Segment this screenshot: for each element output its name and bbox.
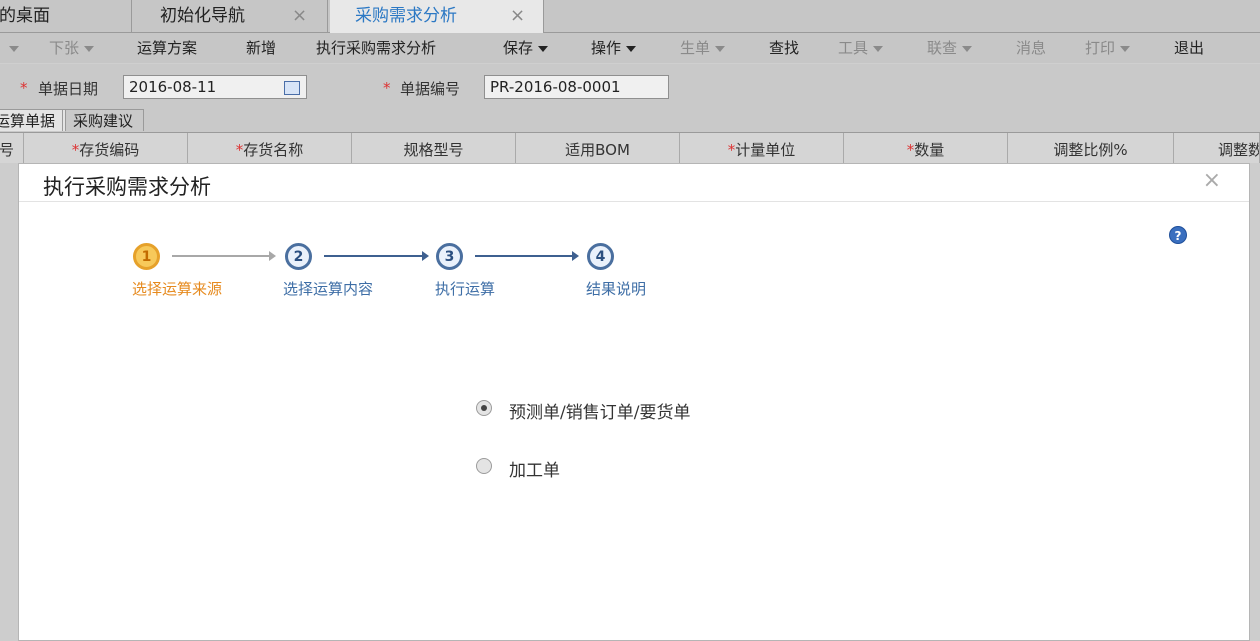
grid-body-left	[0, 163, 18, 641]
radio-button[interactable]	[476, 458, 492, 474]
step-3-label: 执行运算	[435, 280, 496, 298]
code-label: 单据编号	[400, 80, 461, 98]
step-4-circle: 4	[587, 243, 614, 270]
calendar-icon[interactable]	[284, 81, 300, 95]
grid-header: 号 *存货编码 *存货名称 规格型号 适用BOM *计量单位 *数量 调整比例%…	[0, 133, 1260, 164]
chevron-down-icon	[1120, 45, 1131, 52]
chevron-down-icon	[626, 45, 637, 52]
tab-my-desktop[interactable]: 我的桌面	[0, 0, 132, 32]
chevron-down-icon	[538, 45, 549, 52]
step-3-circle: 3	[436, 243, 463, 270]
chevron-down-icon	[84, 45, 95, 52]
prev-dropdown-caret[interactable]	[4, 33, 19, 63]
col-header-item-code[interactable]: *存货编码	[24, 133, 188, 163]
col-header-qty[interactable]: *数量	[844, 133, 1008, 163]
required-mark: *	[20, 79, 28, 97]
dialog-title: 执行采购需求分析	[43, 175, 211, 199]
radio-button[interactable]	[476, 400, 492, 416]
tab-bar: 我的桌面 初始化导航 × 采购需求分析 ×	[0, 0, 1260, 33]
col-header-unit[interactable]: *计量单位	[680, 133, 844, 163]
option-label: 预测单/销售订单/要货单	[509, 403, 691, 423]
run-analysis-button[interactable]: 执行采购需求分析	[316, 33, 436, 63]
col-header-adjust-qty[interactable]: 调整数	[1174, 133, 1260, 163]
close-icon[interactable]: ×	[1203, 168, 1221, 193]
exit-button[interactable]: 退出	[1174, 33, 1204, 63]
grid-body-right	[1250, 163, 1260, 641]
save-button[interactable]: 保存	[503, 33, 549, 63]
linked-query-button[interactable]: 联查	[927, 33, 973, 63]
step-1-circle: 1	[133, 243, 160, 270]
tab-init-navigation[interactable]: 初始化导航 ×	[132, 0, 328, 32]
document-header-form: * 单据日期 2016-08-11 * 单据编号 PR-2016-08-0001	[0, 64, 1260, 108]
chevron-down-icon	[715, 45, 726, 52]
run-analysis-dialog: 执行采购需求分析 × ? 1 2 3 4 选择运算来源 选择运算内容 执行运算 …	[18, 163, 1250, 641]
generate-doc-button[interactable]: 生单	[680, 33, 726, 63]
step-2-circle: 2	[285, 243, 312, 270]
step-4-label: 结果说明	[586, 280, 647, 298]
chevron-down-icon	[962, 45, 973, 52]
tab-label: 采购需求分析	[355, 6, 457, 26]
step-1-label: 选择运算来源	[132, 280, 223, 298]
col-header-bom[interactable]: 适用BOM	[516, 133, 680, 163]
toolbar: 下张 运算方案 新增 执行采购需求分析 保存 操作 生单 查找 工具 联查 消息…	[0, 33, 1260, 63]
close-icon[interactable]: ×	[510, 0, 525, 32]
date-label: 单据日期	[38, 80, 99, 98]
tab-label: 初始化导航	[160, 6, 245, 26]
chevron-down-icon	[873, 45, 884, 52]
operate-button[interactable]: 操作	[591, 33, 637, 63]
option-label: 加工单	[509, 461, 560, 481]
print-button[interactable]: 打印	[1085, 33, 1131, 63]
required-mark: *	[383, 79, 391, 97]
code-value: PR-2016-08-0001	[490, 78, 621, 96]
close-icon[interactable]: ×	[292, 0, 307, 32]
date-value: 2016-08-11	[129, 78, 217, 96]
col-header-item-name[interactable]: *存货名称	[188, 133, 352, 163]
sub-tab-bar: 运算单据 采购建议	[0, 108, 1260, 133]
step-arrow	[324, 251, 429, 261]
calc-scheme-button[interactable]: 运算方案	[137, 33, 197, 63]
find-button[interactable]: 查找	[769, 33, 799, 63]
date-field[interactable]: 2016-08-11	[123, 75, 307, 99]
add-button[interactable]: 新增	[246, 33, 276, 63]
col-header-spec[interactable]: 规格型号	[352, 133, 516, 163]
tab-purchase-demand-analysis[interactable]: 采购需求分析 ×	[330, 0, 544, 33]
tab-label: 我的桌面	[0, 6, 50, 26]
step-arrow	[172, 251, 276, 261]
tab-purchase-suggestion[interactable]: 采购建议	[62, 109, 145, 131]
tools-button[interactable]: 工具	[838, 33, 884, 63]
help-icon[interactable]: ?	[1169, 226, 1187, 244]
next-record-button[interactable]: 下张	[49, 33, 95, 63]
col-header-no[interactable]: 号	[0, 133, 24, 163]
dialog-divider	[19, 201, 1249, 202]
tab-calc-documents[interactable]: 运算单据	[0, 109, 67, 131]
step-2-label: 选择运算内容	[283, 280, 374, 298]
step-arrow	[475, 251, 579, 261]
col-header-adjust-ratio[interactable]: 调整比例%	[1008, 133, 1174, 163]
message-button[interactable]: 消息	[1016, 33, 1046, 63]
code-field[interactable]: PR-2016-08-0001	[484, 75, 669, 99]
